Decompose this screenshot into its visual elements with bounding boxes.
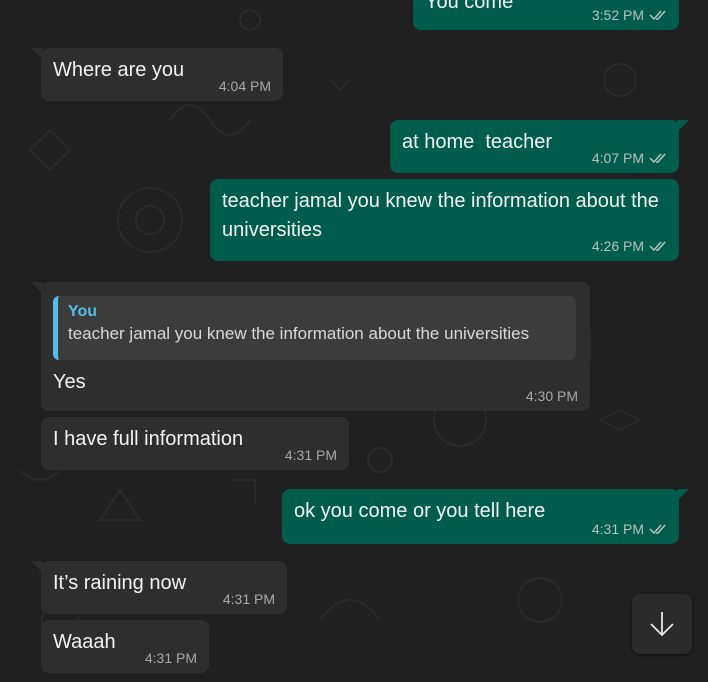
quoted-text: teacher jamal you knew the information a… — [68, 324, 530, 343]
incoming-message[interactable]: Where are you 4:04 PM — [31, 48, 283, 101]
incoming-message[interactable]: I have full information 4:31 PM — [41, 417, 349, 470]
double-check-icon — [649, 153, 666, 164]
message-time: 4:26 PM — [592, 238, 667, 254]
message-text: at home teacher — [402, 131, 553, 153]
double-check-icon — [649, 10, 666, 21]
timestamp: 4:31 PM — [144, 650, 197, 666]
timestamp: 4:31 PM — [591, 521, 644, 537]
double-check-icon — [649, 241, 666, 252]
incoming-message[interactable]: It’s raining now 4:31 PM — [31, 561, 287, 614]
message-text: teacher jamal you knew the information a… — [222, 190, 659, 241]
timestamp: 3:52 PM — [591, 7, 644, 23]
outgoing-message[interactable]: teacher jamal you knew the information a… — [210, 179, 679, 261]
message-time: 4:31 PM — [285, 447, 337, 463]
message-time: 4:04 PM — [219, 78, 271, 94]
message-time: 3:52 PM — [592, 7, 667, 23]
bubble-tail — [31, 561, 43, 573]
message-text: I have full information — [53, 428, 244, 450]
incoming-message[interactable]: Waaah 4:31 PM — [41, 620, 209, 673]
message-text: It’s raining now — [53, 572, 187, 594]
message-text: Yes — [53, 371, 86, 393]
quoted-message[interactable]: You teacher jamal you knew the informati… — [53, 296, 576, 360]
bubble-tail — [677, 120, 689, 132]
timestamp: 4:26 PM — [591, 238, 644, 254]
message-time: 4:30 PM — [526, 388, 578, 404]
scroll-to-bottom-button[interactable] — [632, 594, 692, 654]
message-time: 4:31 PM — [145, 650, 197, 666]
double-check-icon — [649, 524, 666, 535]
bubble-tail — [677, 489, 689, 501]
message-time: 4:31 PM — [592, 521, 667, 537]
outgoing-message[interactable]: You come 3:52 PM — [413, 0, 679, 30]
timestamp: 4:31 PM — [222, 591, 275, 607]
message-time: 4:31 PM — [223, 591, 275, 607]
incoming-reply-message[interactable]: You teacher jamal you knew the informati… — [31, 282, 590, 411]
arrow-down-icon — [650, 612, 674, 637]
message-text: Waaah — [53, 631, 116, 653]
message-time: 4:07 PM — [592, 150, 667, 166]
message-text: You come — [425, 0, 514, 13]
timestamp: 4:30 PM — [525, 388, 578, 404]
outgoing-message[interactable]: at home teacher 4:07 PM — [390, 120, 689, 173]
timestamp: 4:07 PM — [591, 150, 644, 166]
message-text: ok you come or you tell here — [294, 500, 546, 522]
bubble-tail — [31, 282, 43, 294]
timestamp: 4:04 PM — [218, 78, 271, 94]
message-text: Where are you — [53, 59, 185, 81]
quoted-author: You — [68, 303, 98, 320]
outgoing-message[interactable]: ok you come or you tell here 4:31 PM — [282, 489, 689, 544]
bubble-tail — [31, 48, 43, 60]
timestamp: 4:31 PM — [284, 447, 337, 463]
